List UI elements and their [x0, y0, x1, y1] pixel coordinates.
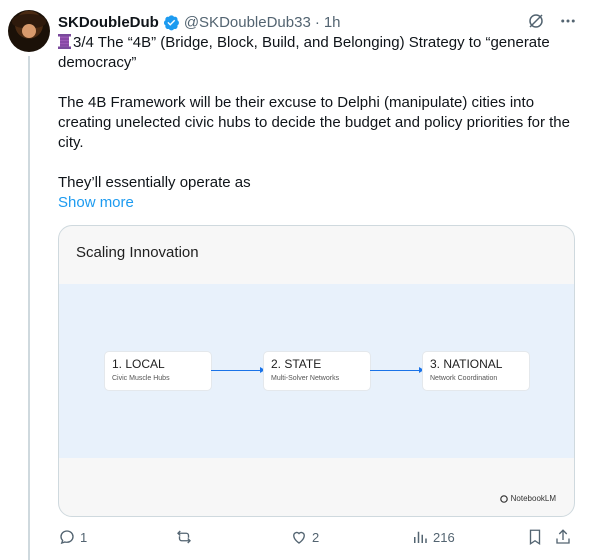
- timestamp[interactable]: 1h: [324, 14, 341, 31]
- share-icon: [556, 529, 570, 544]
- diagram-band: 1. LOCAL Civic Muscle Hubs 2. STATE Mult…: [59, 284, 574, 458]
- post-paragraph-1: 3/4 The “4B” (Bridge, Block, Build, and …: [58, 33, 578, 73]
- views-icon: [414, 531, 427, 543]
- watermark-label: NotebookLM: [510, 494, 556, 503]
- avatar-face: [22, 24, 36, 38]
- step-title: 1. LOCAL: [112, 357, 165, 371]
- reply-icon: [60, 530, 74, 545]
- action-bar: 1 2 216: [58, 528, 578, 550]
- media-card[interactable]: Scaling Innovation 1. LOCAL Civic Muscle…: [58, 225, 575, 517]
- display-name[interactable]: SKDoubleDub: [58, 14, 159, 31]
- grok-icon[interactable]: [525, 10, 547, 32]
- repost-icon: [177, 530, 191, 544]
- post-paragraph-3: They’ll essentially operate as: [58, 174, 251, 191]
- reply-button[interactable]: 1: [58, 528, 87, 546]
- step-title: 2. STATE: [271, 357, 322, 371]
- notebooklm-icon: [499, 494, 508, 503]
- step-subtitle: Network Coordination: [430, 375, 498, 382]
- media-title: Scaling Innovation: [76, 244, 199, 261]
- more-icon[interactable]: [557, 10, 579, 32]
- share-button[interactable]: [554, 528, 572, 546]
- post-text: 3/4 The “4B” (Bridge, Block, Build, and …: [58, 33, 578, 213]
- handle[interactable]: @SKDoubleDub33: [184, 14, 311, 31]
- avatar[interactable]: [8, 10, 50, 52]
- step-subtitle: Civic Muscle Hubs: [112, 375, 170, 382]
- arrow-1: [211, 367, 265, 373]
- repost-button[interactable]: [175, 528, 197, 546]
- like-count: 2: [312, 529, 320, 545]
- verified-icon: [163, 14, 180, 31]
- bookmark-button[interactable]: [526, 528, 544, 546]
- post-paragraph-2: The 4B Framework will be their excuse to…: [58, 94, 570, 151]
- spool-icon: [58, 34, 71, 49]
- top-actions: [525, 10, 579, 32]
- views-button[interactable]: 216: [411, 528, 455, 546]
- show-more-link[interactable]: Show more: [58, 193, 578, 213]
- arrow-2: [370, 367, 424, 373]
- post-line-1: 3/4 The “4B” (Bridge, Block, Build, and …: [58, 34, 550, 71]
- separator: ·: [314, 13, 320, 31]
- bookmark-icon: [529, 529, 541, 546]
- step-local: 1. LOCAL Civic Muscle Hubs: [105, 352, 211, 390]
- like-button[interactable]: 2: [290, 528, 319, 546]
- post-header: SKDoubleDub @SKDoubleDub33 · 1h: [58, 12, 341, 32]
- step-subtitle: Multi-Solver Networks: [271, 375, 340, 382]
- step-state: 2. STATE Multi-Solver Networks: [264, 352, 370, 390]
- thread-line: [28, 56, 30, 560]
- like-icon: [293, 531, 305, 544]
- views-count: 216: [433, 529, 455, 545]
- step-national: 3. NATIONAL Network Coordination: [423, 352, 529, 390]
- notebooklm-watermark: NotebookLM: [499, 494, 556, 503]
- reply-count: 1: [80, 529, 88, 545]
- post[interactable]: SKDoubleDub @SKDoubleDub33 · 1h 3/4 The …: [0, 0, 593, 560]
- step-title: 3. NATIONAL: [430, 357, 503, 371]
